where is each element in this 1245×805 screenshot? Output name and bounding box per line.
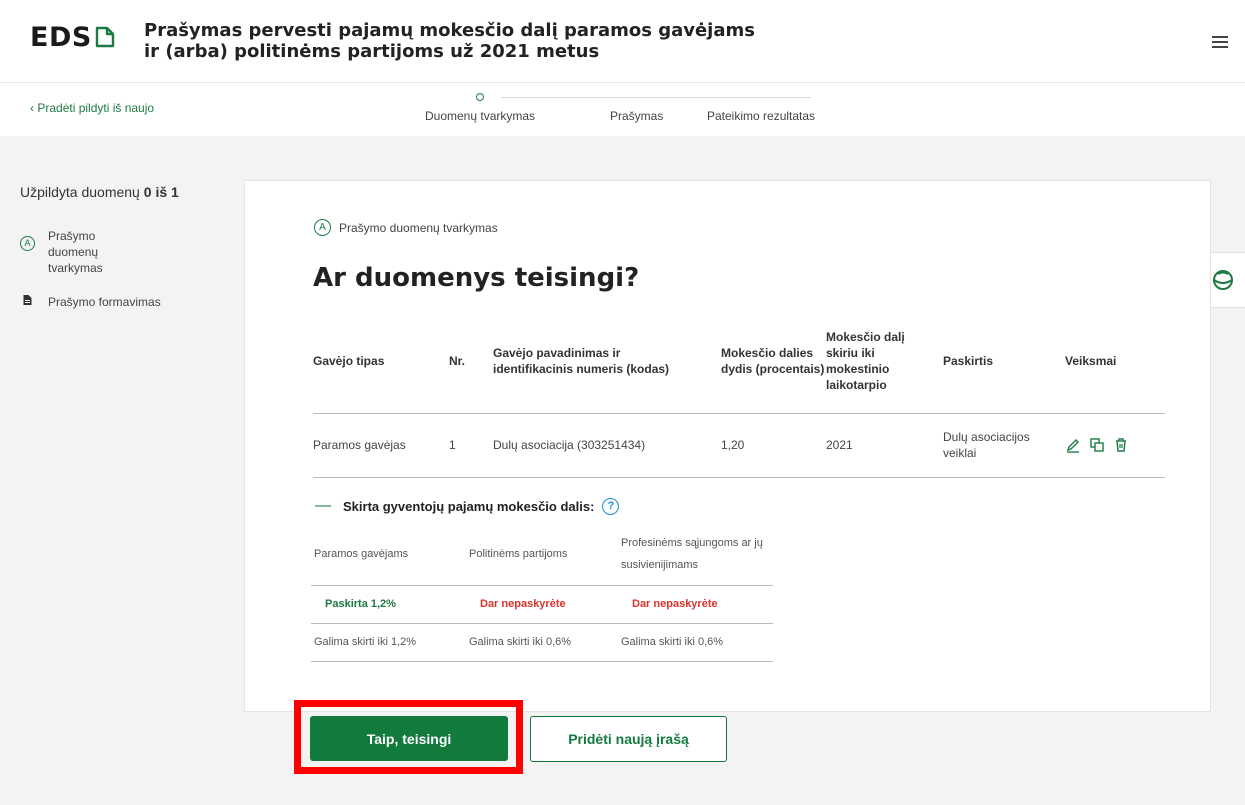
edit-icon[interactable] bbox=[1065, 437, 1081, 453]
progress-sep: iš bbox=[155, 184, 168, 200]
table-header-row: Gavėjo tipas Nr. Gavėjo pavadinimas ir i… bbox=[313, 309, 1165, 414]
column-header-nr: Nr. bbox=[449, 309, 493, 414]
table-row: Paramos gavėjas 1 Dulų asociacija (30325… bbox=[313, 413, 1165, 478]
add-new-entry-button[interactable]: Pridėti naują įrašą bbox=[530, 716, 727, 762]
column-header-actions: Veiksmai bbox=[1065, 309, 1165, 414]
sub-navigation: ‹ Pradėti pildyti iš naujo Duomenų tvark… bbox=[0, 82, 1245, 136]
column-header-share: Mokesčio dalies dydis (procentais) bbox=[721, 309, 826, 414]
document-icon bbox=[23, 295, 32, 305]
content-card: A Prašymo duomenų tvarkymas Ar duomenys … bbox=[244, 180, 1211, 712]
restart-link-label: Pradėti pildyti iš naujo bbox=[37, 101, 155, 115]
column-header-name: Gavėjo pavadinimas ir identifikacinis nu… bbox=[493, 309, 721, 414]
badge-a-icon: A bbox=[314, 219, 331, 236]
card-step-indicator: A Prašymo duomenų tvarkymas bbox=[314, 219, 498, 236]
collapse-minus-icon: — bbox=[315, 497, 331, 514]
restart-link[interactable]: ‹ Pradėti pildyti iš naujo bbox=[30, 101, 154, 115]
allocation-limit-row: Galima skirti iki 1,2% Galima skirti iki… bbox=[311, 623, 773, 662]
allocation-limit-parties: Galima skirti iki 0,6% bbox=[466, 623, 618, 662]
cell-purpose: Dulų asociacijos veiklai bbox=[943, 413, 1065, 478]
progress-filled: 0 bbox=[143, 184, 152, 200]
step-dot-icon bbox=[476, 93, 485, 101]
step-label: Duomenų tvarkymas bbox=[425, 109, 536, 123]
progress-prefix: Užpildyta duomenų bbox=[20, 184, 140, 200]
sidebar: Užpildyta duomenų 0 iš 1 A Prašymo duome… bbox=[20, 184, 220, 309]
hamburger-menu-icon[interactable] bbox=[1212, 36, 1228, 48]
logo-document-icon bbox=[95, 26, 115, 47]
column-header-type: Gavėjo tipas bbox=[313, 309, 449, 414]
sidebar-item-data-management[interactable]: A Prašymo duomenų tvarkymas bbox=[20, 228, 170, 276]
allocation-header-support: Paramos gavėjams bbox=[311, 523, 466, 586]
allocation-header-row: Paramos gavėjams Politinėms partijoms Pr… bbox=[311, 523, 773, 586]
support-headset-icon bbox=[1213, 270, 1233, 290]
confirm-correct-button[interactable]: Taip, teisingi bbox=[310, 716, 508, 761]
column-header-purpose: Paskirtis bbox=[943, 309, 1065, 414]
allocation-status-parties: Dar nepaskyrėte bbox=[466, 585, 618, 624]
allocation-toggle[interactable]: — Skirta gyventojų pajamų mokesčio dalis… bbox=[315, 497, 620, 515]
column-header-until: Mokesčio dalį skiriu iki mokestinio laik… bbox=[826, 309, 943, 414]
badge-a-icon: A bbox=[20, 236, 35, 251]
page-title-line-1: Prašymas pervesti pajamų mokesčio dalį p… bbox=[144, 20, 755, 41]
card-title: Ar duomenys teisingi? bbox=[313, 263, 640, 293]
sidebar-item-request-forming[interactable]: Prašymo formavimas bbox=[20, 294, 161, 310]
cell-nr: 1 bbox=[449, 413, 493, 478]
step-label: Pateikimo rezultatas bbox=[707, 109, 816, 123]
allocation-title: Skirta gyventojų pajamų mokesčio dalis: bbox=[343, 498, 595, 514]
allocation-status-row: Paskirta 1,2% Dar nepaskyrėte Dar nepask… bbox=[311, 585, 773, 624]
copy-icon[interactable] bbox=[1089, 437, 1105, 453]
allocation-status-unions: Dar nepaskyrėte bbox=[618, 585, 773, 624]
page-title-line-2: ir (arba) politinėms partijoms už 2021 m… bbox=[144, 41, 600, 62]
cell-type: Paramos gavėjas bbox=[313, 413, 449, 478]
allocation-limit-unions: Galima skirti iki 0,6% bbox=[618, 623, 773, 662]
allocation-header-parties: Politinėms partijoms bbox=[466, 523, 618, 586]
cell-name: Dulų asociacija (303251434) bbox=[493, 413, 721, 478]
step-result: Pateikimo rezultatas bbox=[707, 87, 815, 123]
step-request: Prašymas bbox=[610, 87, 663, 123]
page-title: Prašymas pervesti pajamų mokesčio dalį p… bbox=[144, 20, 755, 62]
cell-actions bbox=[1065, 413, 1165, 478]
delete-icon[interactable] bbox=[1113, 437, 1129, 453]
step-data-management: Duomenų tvarkymas bbox=[425, 87, 535, 123]
sidebar-item-label: Prašymo formavimas bbox=[48, 295, 161, 309]
sidebar-item-label: Prašymo duomenų tvarkymas bbox=[48, 229, 103, 275]
row-actions bbox=[1065, 437, 1165, 453]
sidebar-progress: Užpildyta duomenų 0 iš 1 bbox=[20, 184, 220, 200]
allocation-table: Paramos gavėjams Politinėms partijoms Pr… bbox=[311, 523, 773, 662]
app-header: EDS Prašymas pervesti pajamų mokesčio da… bbox=[0, 0, 1245, 82]
help-icon[interactable]: ? bbox=[602, 497, 620, 515]
logo-text: EDS bbox=[30, 22, 92, 53]
recipients-table: Gavėjo tipas Nr. Gavėjo pavadinimas ir i… bbox=[313, 309, 1165, 478]
progress-total: 1 bbox=[171, 184, 179, 200]
cell-until: 2021 bbox=[826, 413, 943, 478]
allocation-status-support: Paskirta 1,2% bbox=[311, 585, 466, 624]
allocation-limit-support: Galima skirti iki 1,2% bbox=[311, 623, 466, 662]
step-label: Prašymas bbox=[610, 109, 664, 123]
card-step-label: Prašymo duomenų tvarkymas bbox=[339, 220, 498, 235]
allocation-header-unions: Profesinėms sąjungoms ar jų susivienijim… bbox=[618, 523, 773, 586]
progress-stepper: Duomenų tvarkymas Prašymas Pateikimo rez… bbox=[425, 87, 855, 131]
cell-share: 1,20 bbox=[721, 413, 826, 478]
eds-logo[interactable]: EDS bbox=[30, 22, 115, 53]
